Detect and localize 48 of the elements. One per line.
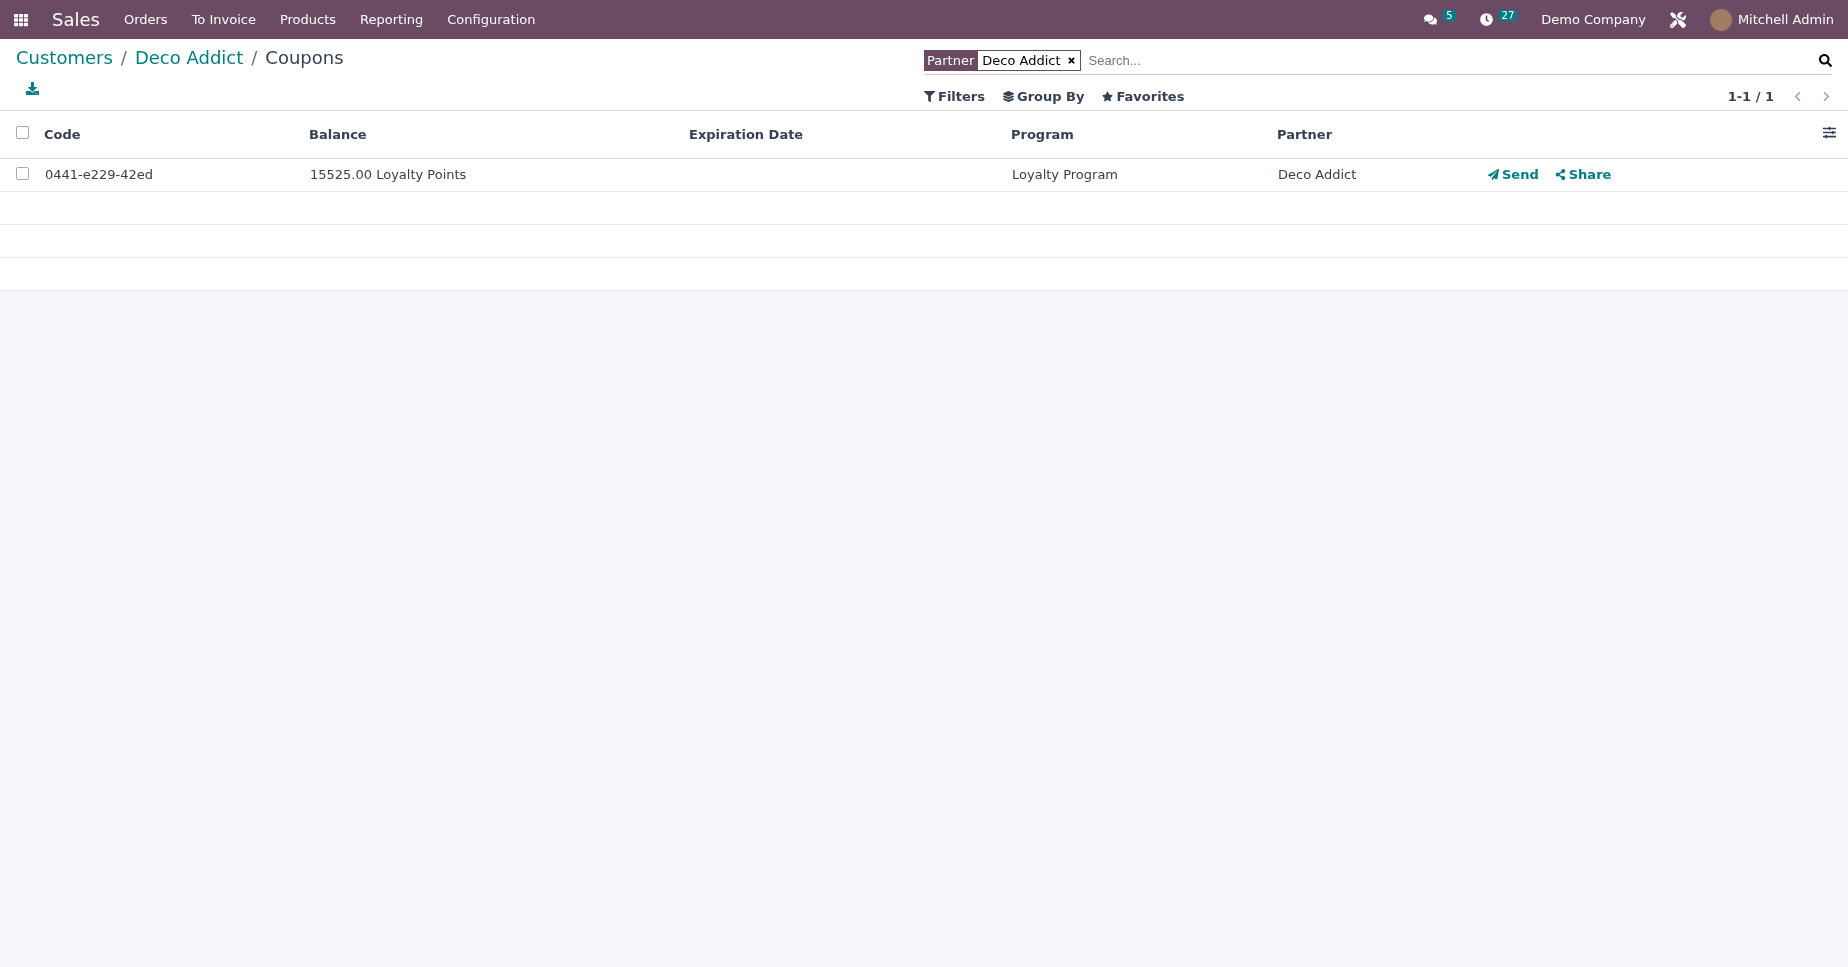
column-header[interactable]: Balance: [309, 111, 689, 158]
remove-facet-icon[interactable]: [1066, 56, 1076, 65]
row-checkbox[interactable]: [15, 166, 29, 180]
menu-item[interactable]: Configuration: [447, 12, 536, 27]
column-header[interactable]: Code: [44, 111, 309, 158]
user-name[interactable]: Mitchell Admin: [1737, 12, 1834, 27]
select-all-checkbox[interactable]: [15, 126, 29, 140]
company-switcher[interactable]: Demo Company: [1541, 12, 1646, 27]
breadcrumb[interactable]: Customers: [16, 47, 113, 68]
message-count: 5: [1443, 10, 1456, 21]
breadcrumb-separator: /: [251, 47, 258, 68]
table-cell: 0441-e229-42ed: [45, 167, 154, 182]
download-icon[interactable]: [26, 82, 39, 95]
breadcrumb[interactable]: Deco Addict: [134, 47, 244, 68]
share-link[interactable]: Share: [1554, 166, 1612, 182]
filter-button[interactable]: Filters: [924, 89, 985, 104]
table-cell: 15525.00 Loyalty Points: [310, 167, 467, 182]
menu-item[interactable]: To Invoice: [191, 12, 256, 27]
table-cell: Deco Addict: [1278, 167, 1357, 182]
send-link[interactable]: Send: [1488, 166, 1539, 182]
layers-icon: [1003, 91, 1014, 102]
tools-icon[interactable]: [1669, 11, 1686, 28]
page-title: Coupons: [265, 47, 344, 68]
table-cell: Loyalty Program: [1012, 167, 1118, 182]
app-name[interactable]: Sales: [52, 9, 100, 30]
star-icon: [1102, 91, 1114, 102]
search-bar[interactable]: Partner Deco Addict Search...: [924, 47, 1832, 75]
menu-item[interactable]: Products: [279, 12, 337, 27]
search-icon[interactable]: [1819, 54, 1832, 67]
filter-button[interactable]: Favorites: [1102, 89, 1185, 104]
chat-icon[interactable]: [1424, 13, 1438, 26]
facet-label: Partner: [924, 50, 978, 71]
facet-value: Deco Addict: [982, 53, 1061, 68]
apps-menu-icon[interactable]: [14, 12, 28, 27]
share-icon: [1554, 168, 1566, 180]
breadcrumb-separator: /: [120, 47, 127, 68]
clock-icon[interactable]: [1479, 13, 1493, 26]
pager-value: 1-1 / 1: [1727, 89, 1774, 104]
filter-icon: [924, 91, 935, 102]
filter-button[interactable]: Group By: [1003, 89, 1085, 104]
column-settings-icon[interactable]: [1823, 126, 1836, 140]
column-header[interactable]: Expiration Date: [689, 111, 1011, 158]
column-header[interactable]: Program: [1011, 111, 1277, 158]
menu-item[interactable]: Reporting: [360, 12, 424, 27]
activity-count: 27: [1498, 10, 1518, 21]
menu-item[interactable]: Orders: [123, 12, 168, 27]
column-header[interactable]: Partner: [1277, 111, 1487, 158]
paper-plane-icon: [1488, 168, 1499, 180]
